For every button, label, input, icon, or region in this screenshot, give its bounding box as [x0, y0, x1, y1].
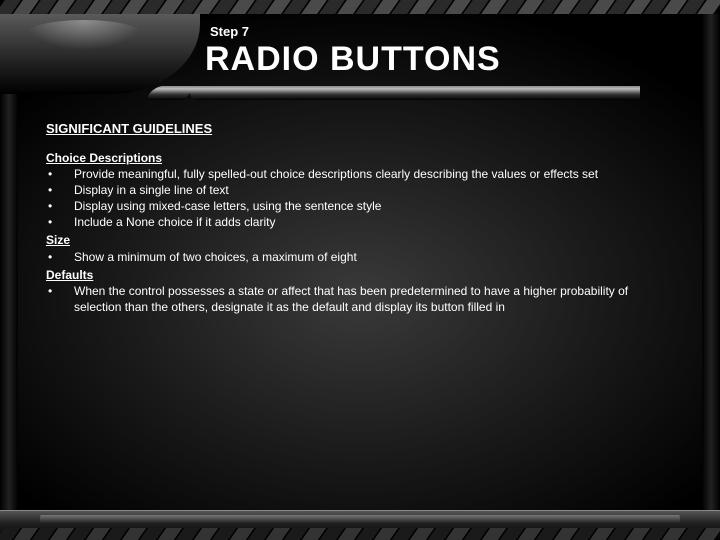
list-item: •Provide meaningful, fully spelled-out c…: [46, 166, 674, 182]
bullet-icon: •: [46, 198, 74, 214]
slide-title: RADIO BUTTONS: [205, 40, 501, 79]
header-ornament: [0, 14, 200, 94]
list-item-text: Show a minimum of two choices, a maximum…: [74, 249, 674, 265]
list-item: •Show a minimum of two choices, a maximu…: [46, 249, 674, 265]
list-item-text: Display using mixed-case letters, using …: [74, 198, 674, 214]
list-item-text: Display in a single line of text: [74, 182, 674, 198]
list-item-text: Provide meaningful, fully spelled-out ch…: [74, 166, 674, 182]
group-heading: Choice Descriptions: [46, 150, 674, 166]
group-heading: Defaults: [46, 267, 674, 283]
group-heading: Size: [46, 232, 674, 248]
list-item: •Include a None choice if it adds clarit…: [46, 214, 674, 230]
list-item-text: When the control possesses a state or af…: [74, 283, 674, 315]
list-item: •Display in a single line of text: [46, 182, 674, 198]
top-tick-strip: [0, 0, 720, 14]
bullet-icon: •: [46, 182, 74, 198]
list-item: •Display using mixed-case letters, using…: [46, 198, 674, 214]
list-item-text: Include a None choice if it adds clarity: [74, 214, 674, 230]
section-heading: SIGNIFICANT GUIDELINES: [46, 120, 674, 138]
slide-header: Step 7 RADIO BUTTONS: [0, 14, 720, 102]
list-item: •When the control possesses a state or a…: [46, 283, 674, 315]
slide-body: SIGNIFICANT GUIDELINES Choice Descriptio…: [46, 120, 674, 317]
bullet-icon: •: [46, 166, 74, 182]
bullet-icon: •: [46, 283, 74, 299]
bullet-icon: •: [46, 249, 74, 265]
group-list: •Show a minimum of two choices, a maximu…: [46, 249, 674, 265]
title-underline-bar: [190, 86, 640, 100]
group-list: •Provide meaningful, fully spelled-out c…: [46, 166, 674, 231]
bottom-tick-strip: [0, 528, 720, 540]
step-label: Step 7: [210, 24, 249, 39]
group-list: •When the control possesses a state or a…: [46, 283, 674, 315]
bottom-frame: [0, 510, 720, 540]
bullet-icon: •: [46, 214, 74, 230]
